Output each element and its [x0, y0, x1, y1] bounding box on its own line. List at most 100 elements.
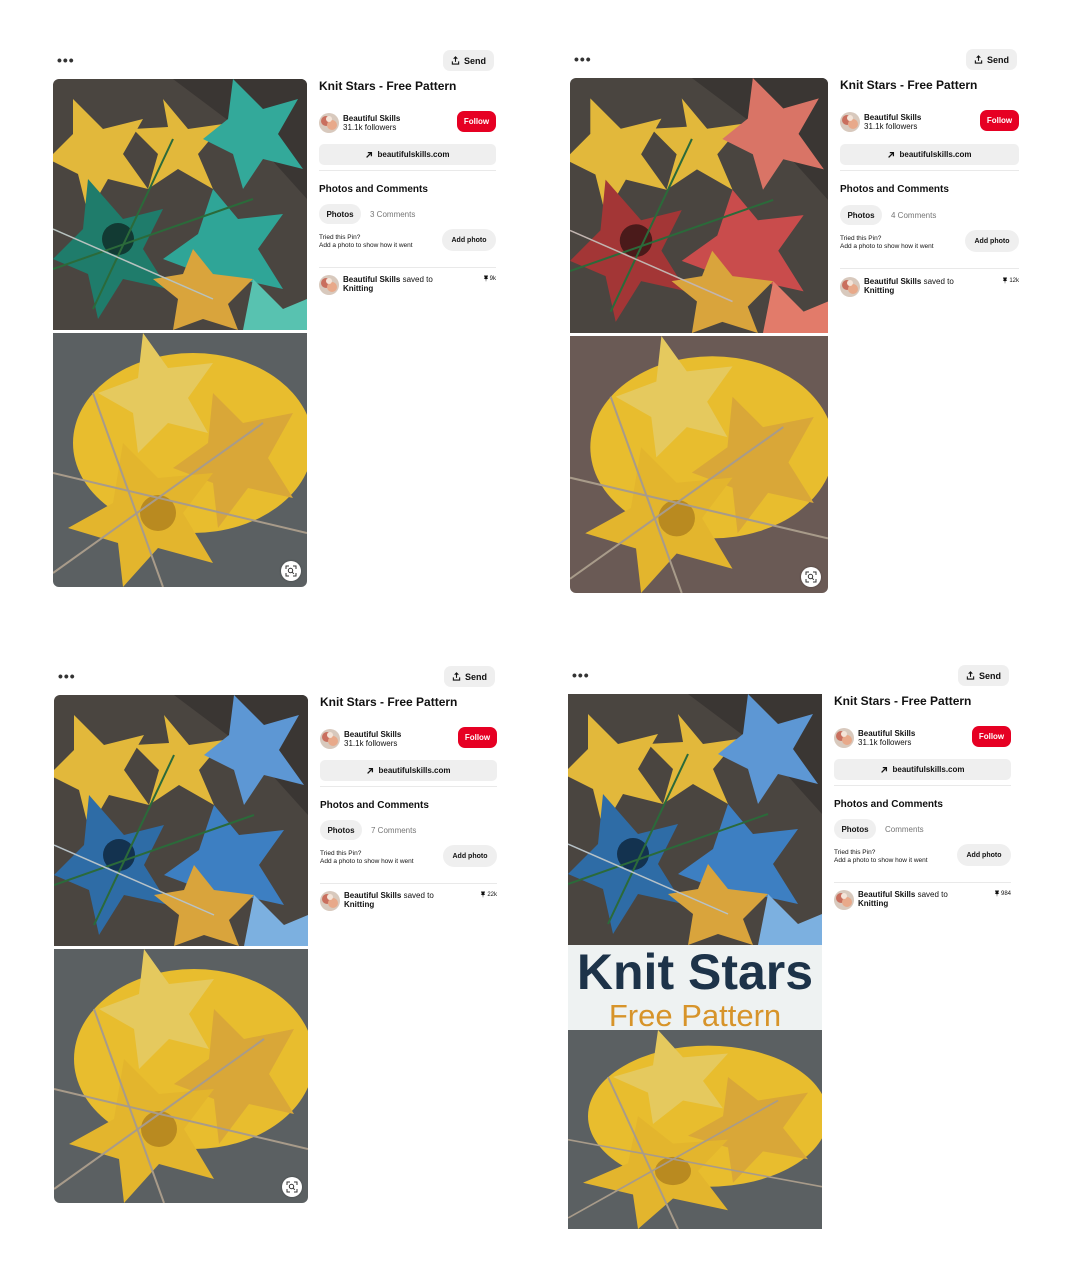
saved-author[interactable]: Beautiful Skills [858, 890, 915, 899]
pin-details: Knit Stars - Free Pattern Beautiful Skil… [840, 78, 1019, 92]
send-label: Send [464, 55, 487, 66]
author-name[interactable]: Beautiful Skills [864, 113, 921, 122]
tried-line-1: Tried this Pin? [834, 849, 876, 856]
saved-author[interactable]: Beautiful Skills [864, 277, 921, 286]
visual-search-button[interactable] [282, 1177, 302, 1197]
banner-title: Knit Stars [576, 944, 814, 1000]
author-row: Beautiful Skills 31.1k followers Follow [840, 110, 1019, 132]
avatar[interactable] [319, 275, 339, 295]
pin-photo-bottom [54, 949, 308, 1203]
tried-line-1: Tried this Pin? [840, 235, 882, 242]
website-link[interactable]: beautifulskills.com [840, 144, 1019, 165]
saved-to-row: Beautiful Skills saved to Knitting 9k [319, 275, 496, 297]
send-button[interactable]: Send [443, 50, 495, 71]
tab-comments[interactable]: 3 Comments [370, 210, 415, 219]
board-name[interactable]: Knitting [344, 900, 374, 909]
save-count: 984 [994, 890, 1011, 897]
visual-search-button[interactable] [281, 561, 301, 581]
send-button[interactable]: Send [444, 666, 496, 687]
website-link[interactable]: beautifulskills.com [320, 760, 497, 781]
tab-comments[interactable]: 7 Comments [371, 826, 416, 835]
pin-details: Knit Stars - Free Pattern Beautiful Skil… [320, 695, 497, 709]
pin-image[interactable] [54, 695, 308, 1203]
add-photo-button[interactable]: Add photo [442, 229, 496, 251]
arrow-up-right-icon [887, 151, 895, 159]
website-link[interactable]: beautifulskills.com [319, 144, 496, 165]
add-photo-button[interactable]: Add photo [443, 845, 497, 867]
pin-photo-top [568, 694, 822, 945]
tried-line-2: Add a photo to show how it went [834, 857, 928, 864]
tab-photos[interactable]: Photos [319, 204, 361, 224]
divider [319, 170, 496, 171]
board-name[interactable]: Knitting [343, 284, 373, 293]
pin-photo-bottom [570, 336, 828, 593]
avatar[interactable] [320, 729, 340, 749]
author-row: Beautiful Skills 31.1k followers Follow [834, 726, 1011, 748]
more-options-icon[interactable]: ••• [57, 53, 75, 67]
tab-photos[interactable]: Photos [840, 205, 882, 225]
avatar[interactable] [319, 113, 339, 133]
divider [840, 170, 1019, 171]
author-name[interactable]: Beautiful Skills [858, 729, 915, 738]
website-label: beautifulskills.com [377, 150, 450, 159]
pin-image[interactable] [53, 79, 307, 587]
more-options-icon[interactable]: ••• [572, 668, 590, 682]
board-name[interactable]: Knitting [864, 286, 894, 295]
visual-search-button[interactable] [801, 567, 821, 587]
avatar[interactable] [840, 277, 860, 297]
more-options-icon[interactable]: ••• [58, 669, 76, 683]
avatar[interactable] [834, 728, 854, 748]
share-icon [451, 56, 460, 65]
send-label: Send [979, 670, 1002, 681]
follow-button[interactable]: Follow [457, 111, 496, 132]
pin-title: Knit Stars - Free Pattern [319, 79, 457, 93]
tried-prompt: Tried this Pin? Add a photo to show how … [834, 849, 928, 865]
pin-photo-bottom [568, 1030, 822, 1229]
website-link[interactable]: beautifulskills.com [834, 759, 1011, 780]
tab-photos[interactable]: Photos [834, 819, 876, 839]
author-name[interactable]: Beautiful Skills [344, 730, 401, 739]
saved-to-text: Beautiful Skills saved to Knitting [864, 277, 954, 295]
tried-line-1: Tried this Pin? [319, 234, 361, 241]
add-photo-button[interactable]: Add photo [965, 230, 1019, 252]
pin-photo-top [53, 79, 307, 330]
tab-photos[interactable]: Photos [320, 820, 362, 840]
follow-button[interactable]: Follow [980, 110, 1019, 131]
author-followers: 31.1k followers [864, 122, 918, 131]
visual-search-icon [286, 1181, 298, 1193]
tab-comments[interactable]: 4 Comments [891, 211, 936, 220]
pin-icon [994, 890, 1000, 897]
pin-icon [483, 275, 489, 282]
send-button[interactable]: Send [958, 665, 1010, 686]
saved-author[interactable]: Beautiful Skills [343, 275, 400, 284]
divider [319, 267, 496, 268]
avatar[interactable] [320, 891, 340, 911]
tried-line-2: Add a photo to show how it went [320, 858, 414, 865]
divider [320, 786, 497, 787]
pin-image[interactable] [570, 78, 828, 593]
share-icon [974, 55, 983, 64]
more-options-icon[interactable]: ••• [574, 52, 592, 66]
saved-to-text: Beautiful Skills saved to Knitting [858, 890, 948, 908]
follow-button[interactable]: Follow [972, 726, 1011, 747]
arrow-up-right-icon [365, 151, 373, 159]
divider [834, 785, 1011, 786]
avatar[interactable] [840, 112, 860, 132]
arrow-up-right-icon [880, 766, 888, 774]
send-button[interactable]: Send [966, 49, 1018, 70]
photos-comments-heading: Photos and Comments [840, 184, 949, 195]
saved-author[interactable]: Beautiful Skills [344, 891, 401, 900]
tried-prompt: Tried this Pin? Add a photo to show how … [319, 234, 413, 250]
saved-to-text: Beautiful Skills saved to Knitting [344, 891, 434, 909]
tab-comments[interactable]: Comments [885, 825, 924, 834]
add-photo-button[interactable]: Add photo [957, 844, 1011, 866]
tried-prompt: Tried this Pin? Add a photo to show how … [320, 850, 414, 866]
avatar[interactable] [834, 890, 854, 910]
save-count: 12k [1002, 277, 1019, 284]
pin-title: Knit Stars - Free Pattern [320, 695, 458, 709]
follow-button[interactable]: Follow [458, 727, 497, 748]
pin-photo-bottom [53, 333, 307, 587]
board-name[interactable]: Knitting [858, 899, 888, 908]
author-name[interactable]: Beautiful Skills [343, 114, 400, 123]
pin-image[interactable]: Knit Stars Free Pattern [568, 694, 822, 1229]
